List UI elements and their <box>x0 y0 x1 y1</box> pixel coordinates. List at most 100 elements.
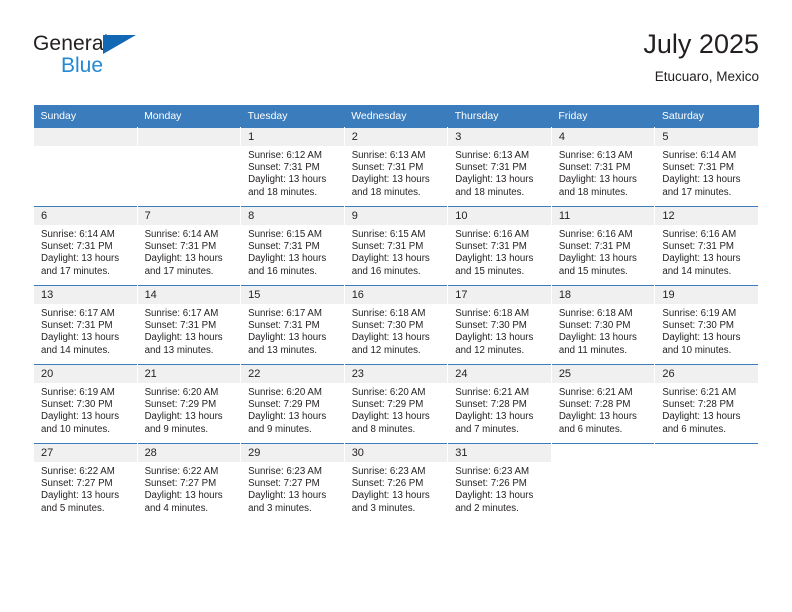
day-details: Sunrise: 6:20 AM Sunset: 7:29 PM Daylight:… <box>241 383 344 436</box>
weekday-header-row: Sunday Monday Tuesday Wednesday Thursday… <box>33 105 759 128</box>
calendar-cell-inner <box>34 128 137 206</box>
day-details: Sunrise: 6:16 AM Sunset: 7:31 PM Daylight:… <box>655 225 758 278</box>
daylight-text-line1: Daylight: 13 hours <box>558 411 637 423</box>
daylight-text-line1: Daylight: 13 hours <box>455 411 534 423</box>
calendar-cell-day-25[interactable]: 25 Sunrise: 6:21 AM Sunset: 7:28 PM Dayligh… <box>550 364 656 444</box>
calendar-cell-day-23[interactable]: 23 Sunrise: 6:20 AM Sunset: 7:29 PM Dayligh… <box>343 364 449 444</box>
calendar-cell-inner: 28 Sunrise: 6:22 AM Sunset: 7:27 PM Dayligh… <box>137 444 241 522</box>
calendar-cell-day-16[interactable]: 16 Sunrise: 6:18 AM Sunset: 7:30 PM Dayligh… <box>343 285 449 365</box>
sunset-text: Sunset: 7:30 PM <box>455 320 527 332</box>
daylight-text-line2: and 8 minutes. <box>351 423 416 435</box>
sunrise-text: Sunrise: 6:14 AM <box>41 229 115 240</box>
calendar-cell-inner: 16 Sunrise: 6:18 AM Sunset: 7:30 PM Dayligh… <box>344 286 448 364</box>
sunset-text: Sunset: 7:28 PM <box>558 399 631 411</box>
calendar-cell-empty[interactable] <box>33 127 138 207</box>
calendar-cell-day-3[interactable]: 3 Sunrise: 6:13 AM Sunset: 7:31 PM Daylight… <box>447 127 552 207</box>
calendar-cell-day-17[interactable]: 17 Sunrise: 6:18 AM Sunset: 7:30 PM Dayligh… <box>447 285 552 365</box>
sunset-text: Sunset: 7:31 PM <box>41 320 113 332</box>
calendar-cell-day-19[interactable]: 19 Sunrise: 6:19 AM Sunset: 7:30 PM Dayligh… <box>654 285 759 365</box>
calendar-cell-empty[interactable] <box>136 127 242 207</box>
day-number: 7 <box>137 207 241 225</box>
sunset-text: Sunset: 7:29 PM <box>351 399 424 411</box>
daylight-text-line1: Daylight: 13 hours <box>248 174 327 186</box>
daylight-text-line2: and 18 minutes. <box>351 186 421 198</box>
day-number: 26 <box>655 365 758 383</box>
weekday-header-thursday: Thursday <box>447 105 552 128</box>
day-number: 24 <box>448 365 551 383</box>
daylight-text-line2: and 14 minutes. <box>41 344 110 356</box>
calendar-cell-inner: 17 Sunrise: 6:18 AM Sunset: 7:30 PM Dayligh… <box>448 286 551 364</box>
day-number: 22 <box>241 365 344 383</box>
calendar-cell-day-2[interactable]: 2 Sunrise: 6:13 AM Sunset: 7:31 PM Daylight… <box>343 127 449 207</box>
day-details: Sunrise: 6:21 AM Sunset: 7:28 PM Daylight:… <box>655 383 758 436</box>
calendar-cell-inner: 22 Sunrise: 6:20 AM Sunset: 7:29 PM Dayligh… <box>241 365 344 443</box>
daylight-text-line1: Daylight: 13 hours <box>248 253 327 265</box>
day-details: Sunrise: 6:16 AM Sunset: 7:31 PM Daylight:… <box>552 225 655 278</box>
daylight-text-line2: and 12 minutes. <box>351 344 421 356</box>
calendar-cell-day-21[interactable]: 21 Sunrise: 6:20 AM Sunset: 7:29 PM Dayligh… <box>136 364 242 444</box>
calendar-cell-day-1[interactable]: 1 Sunrise: 6:12 AM Sunset: 7:31 PM Daylight… <box>240 127 345 207</box>
sunset-text: Sunset: 7:28 PM <box>662 399 734 411</box>
day-number: 1 <box>241 128 344 146</box>
daylight-text-line1: Daylight: 13 hours <box>662 253 741 265</box>
calendar-cell-day-11[interactable]: 11 Sunrise: 6:16 AM Sunset: 7:31 PM Dayligh… <box>550 206 656 286</box>
day-number: 4 <box>551 128 655 146</box>
general-blue-logo[interactable]: General Blue <box>33 32 253 88</box>
daylight-text-line1: Daylight: 13 hours <box>144 490 223 502</box>
calendar-cell-day-20[interactable]: 20 Sunrise: 6:19 AM Sunset: 7:30 PM Dayligh… <box>33 364 138 444</box>
calendar-cell-day-14[interactable]: 14 Sunrise: 6:17 AM Sunset: 7:31 PM Dayligh… <box>136 285 242 365</box>
day-details: Sunrise: 6:15 AM Sunset: 7:31 PM Daylight:… <box>345 225 448 278</box>
daylight-text-line1: Daylight: 13 hours <box>41 253 120 265</box>
daylight-text-line2: and 7 minutes. <box>455 423 519 435</box>
daylight-text-line2: and 6 minutes. <box>558 423 623 435</box>
calendar-cell-day-28[interactable]: 28 Sunrise: 6:22 AM Sunset: 7:27 PM Dayligh… <box>136 443 242 522</box>
sunset-text: Sunset: 7:30 PM <box>662 320 734 332</box>
daylight-text-line2: and 10 minutes. <box>41 423 110 435</box>
sunrise-text: Sunrise: 6:14 AM <box>144 229 219 240</box>
daylight-text-line2: and 17 minutes. <box>41 265 110 277</box>
sunset-text: Sunset: 7:29 PM <box>144 399 217 411</box>
weekday-header-monday: Monday <box>137 105 241 128</box>
calendar-week-row: 6 Sunrise: 6:14 AM Sunset: 7:31 PM Daylight… <box>33 206 759 286</box>
day-details: Sunrise: 6:14 AM Sunset: 7:31 PM Daylight:… <box>655 146 758 199</box>
calendar-cell-day-22[interactable]: 22 Sunrise: 6:20 AM Sunset: 7:29 PM Dayligh… <box>240 364 345 444</box>
calendar-cell-day-24[interactable]: 24 Sunrise: 6:21 AM Sunset: 7:28 PM Dayligh… <box>447 364 552 444</box>
calendar-cell-day-26[interactable]: 26 Sunrise: 6:21 AM Sunset: 7:28 PM Dayligh… <box>654 364 759 444</box>
daylight-text-line2: and 18 minutes. <box>455 186 525 198</box>
calendar-cell-day-5[interactable]: 5 Sunrise: 6:14 AM Sunset: 7:31 PM Daylight… <box>654 127 759 207</box>
sunset-text: Sunset: 7:26 PM <box>351 478 424 490</box>
calendar-cell-day-8[interactable]: 8 Sunrise: 6:15 AM Sunset: 7:31 PM Daylight… <box>240 206 345 286</box>
day-number: 10 <box>448 207 551 225</box>
calendar-cell-day-9[interactable]: 9 Sunrise: 6:15 AM Sunset: 7:31 PM Daylight… <box>343 206 449 286</box>
day-details: Sunrise: 6:15 AM Sunset: 7:31 PM Daylight:… <box>241 225 344 278</box>
calendar-cell-day-30[interactable]: 30 Sunrise: 6:23 AM Sunset: 7:26 PM Dayligh… <box>343 443 449 522</box>
calendar-week-row: 20 Sunrise: 6:19 AM Sunset: 7:30 PM Dayligh… <box>33 364 759 444</box>
calendar-cell-day-7[interactable]: 7 Sunrise: 6:14 AM Sunset: 7:31 PM Daylight… <box>136 206 242 286</box>
day-details: Sunrise: 6:20 AM Sunset: 7:29 PM Daylight:… <box>138 383 241 436</box>
calendar-cell-day-29[interactable]: 29 Sunrise: 6:23 AM Sunset: 7:27 PM Dayligh… <box>240 443 345 522</box>
calendar-cell-day-13[interactable]: 13 Sunrise: 6:17 AM Sunset: 7:31 PM Dayligh… <box>33 285 138 365</box>
day-details: Sunrise: 6:18 AM Sunset: 7:30 PM Daylight:… <box>552 304 655 357</box>
sunrise-text: Sunrise: 6:21 AM <box>662 387 737 398</box>
calendar-cell-day-18[interactable]: 18 Sunrise: 6:18 AM Sunset: 7:30 PM Dayligh… <box>550 285 656 365</box>
calendar-week-row: 13 Sunrise: 6:17 AM Sunset: 7:31 PM Dayligh… <box>33 285 759 365</box>
calendar-cell-day-27[interactable]: 27 Sunrise: 6:22 AM Sunset: 7:27 PM Dayligh… <box>33 443 138 522</box>
daylight-text-line2: and 9 minutes. <box>144 423 209 435</box>
calendar-cell-day-10[interactable]: 10 Sunrise: 6:16 AM Sunset: 7:31 PM Dayligh… <box>447 206 552 286</box>
sunset-text: Sunset: 7:31 PM <box>455 241 527 253</box>
sunrise-text: Sunrise: 6:13 AM <box>558 150 633 161</box>
sunrise-text: Sunrise: 6:13 AM <box>351 150 426 161</box>
calendar-cell-day-4[interactable]: 4 Sunrise: 6:13 AM Sunset: 7:31 PM Daylight… <box>550 127 656 207</box>
weekday-header-wednesday: Wednesday <box>344 105 448 128</box>
calendar-cell-day-31[interactable]: 31 Sunrise: 6:23 AM Sunset: 7:26 PM Dayligh… <box>447 443 552 522</box>
calendar-cell-day-6[interactable]: 6 Sunrise: 6:14 AM Sunset: 7:31 PM Daylight… <box>33 206 138 286</box>
daylight-text-line2: and 3 minutes. <box>351 502 416 514</box>
day-details: Sunrise: 6:17 AM Sunset: 7:31 PM Daylight:… <box>34 304 137 357</box>
daylight-text-line1: Daylight: 13 hours <box>558 174 637 186</box>
day-number: 12 <box>655 207 758 225</box>
day-number: 14 <box>137 286 241 304</box>
calendar-cell-day-15[interactable]: 15 Sunrise: 6:17 AM Sunset: 7:31 PM Dayligh… <box>240 285 345 365</box>
daylight-text-line2: and 18 minutes. <box>248 186 318 198</box>
calendar-cell-inner: 9 Sunrise: 6:15 AM Sunset: 7:31 PM Daylight… <box>344 207 448 285</box>
calendar-cell-day-12[interactable]: 12 Sunrise: 6:16 AM Sunset: 7:31 PM Dayligh… <box>654 206 759 286</box>
